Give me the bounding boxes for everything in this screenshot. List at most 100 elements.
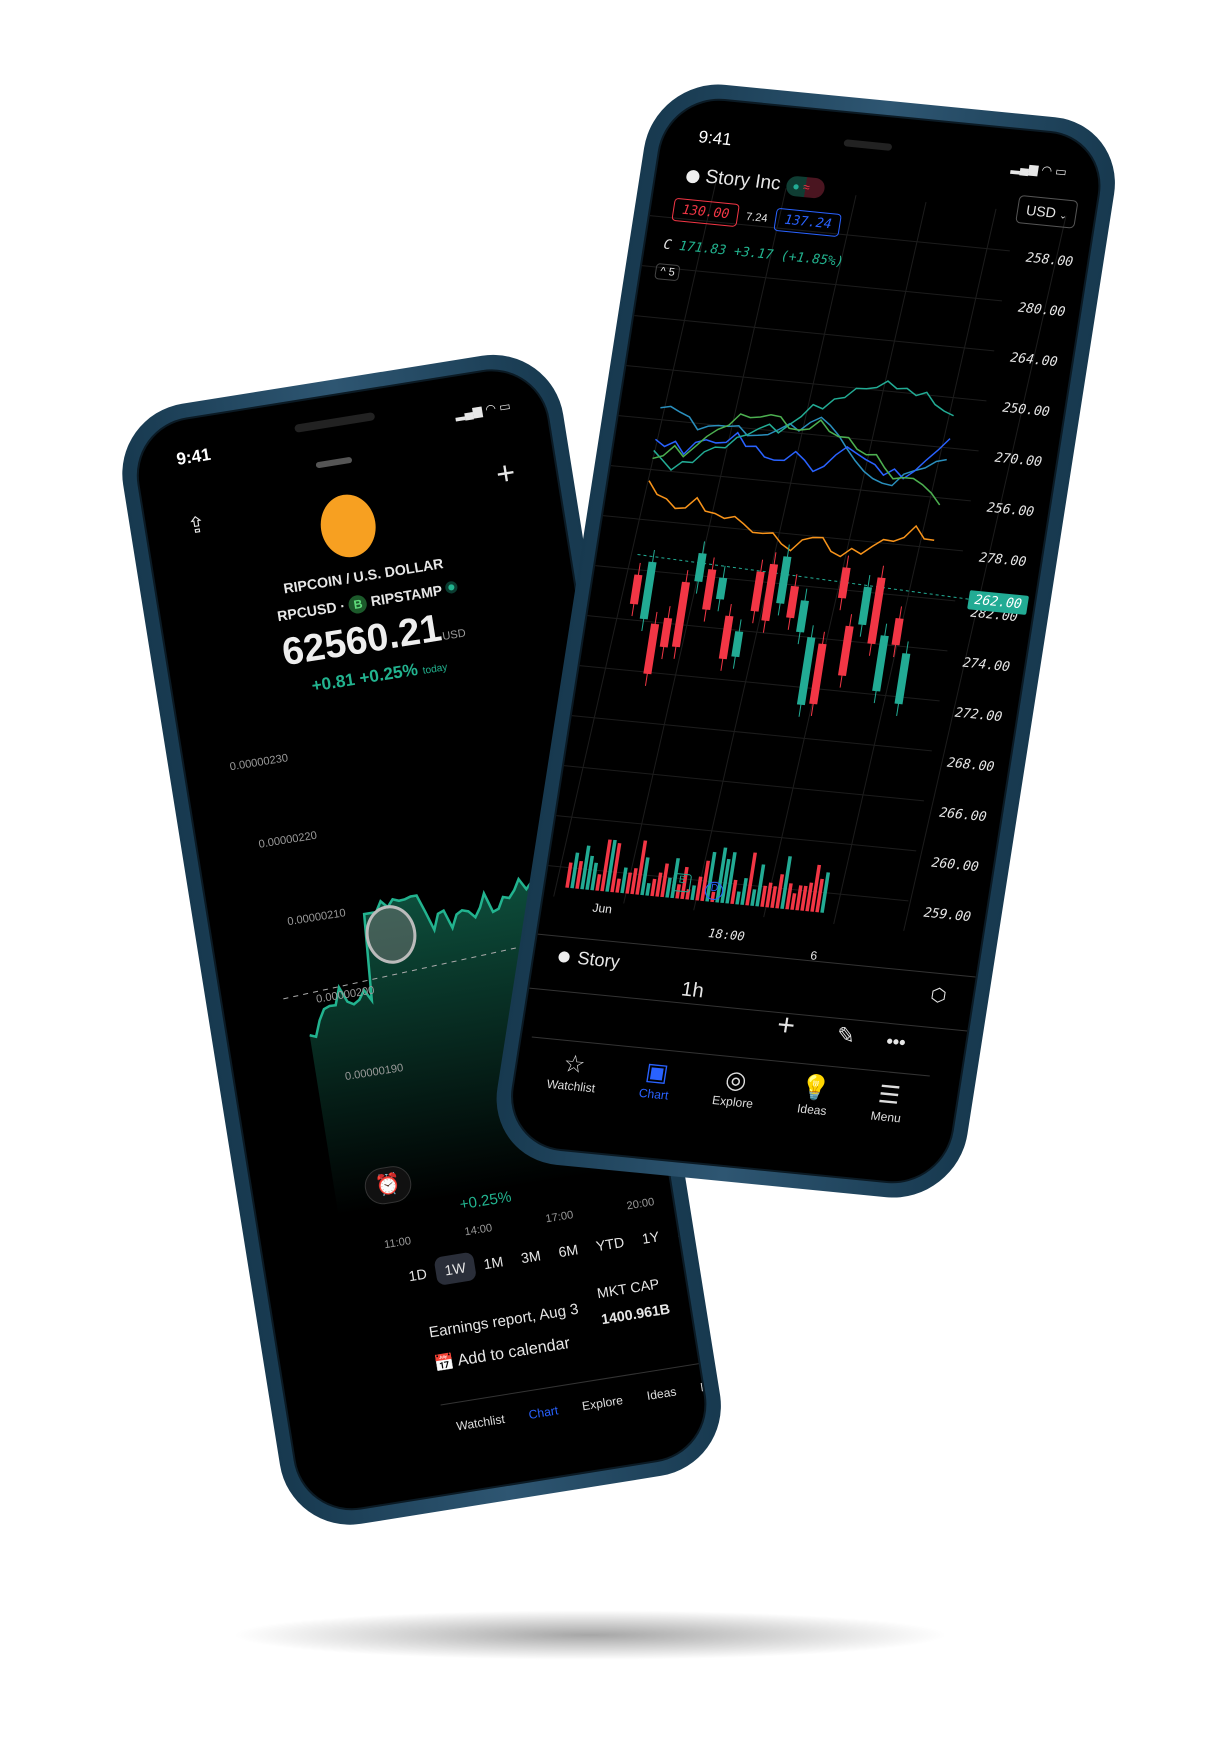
- indicator-line: [652, 413, 941, 506]
- candle-body: [702, 569, 717, 610]
- volume-bar: [690, 885, 697, 901]
- floor-shadow: [230, 1610, 950, 1660]
- time-label: 11:00: [383, 1234, 412, 1252]
- grid-line: [626, 365, 987, 402]
- tab-menu[interactable]: Menu: [699, 1376, 715, 1395]
- range-ytd[interactable]: YTD: [585, 1226, 635, 1261]
- currency-select[interactable]: USD ⌄: [1015, 194, 1079, 229]
- tab-label: Menu: [699, 1375, 715, 1395]
- chart-icon: ▣: [643, 1058, 671, 1088]
- time-label: Jun: [591, 900, 614, 917]
- candle-body: [891, 618, 904, 646]
- chevron-down-icon: ⌄: [1058, 210, 1068, 221]
- current-price-line: [637, 553, 996, 604]
- tab-label: Chart: [637, 1085, 670, 1103]
- speaker-notch: [294, 412, 376, 433]
- time-label: 20:00: [625, 1196, 656, 1213]
- indicators-collapse-button[interactable]: ^ 5: [654, 262, 681, 282]
- close-prefix: C: [662, 237, 673, 254]
- tab-chart[interactable]: Chart: [528, 1403, 560, 1422]
- exchange-badge: B: [347, 593, 369, 615]
- symbol-dot-icon: [685, 169, 701, 184]
- interval-button[interactable]: 1h: [680, 978, 706, 1003]
- candle-body: [894, 653, 911, 705]
- mkt-cap-value: 1400.961B: [600, 1300, 672, 1328]
- symbol-dot-icon: [557, 950, 571, 963]
- change-abs: +0.81: [310, 669, 357, 696]
- add-to-calendar-label: Add to calendar: [456, 1334, 572, 1370]
- tab-label: Chart: [527, 1403, 560, 1422]
- status-icons: ▂▄▆ ◠ ▭: [453, 398, 512, 422]
- grid-line: [641, 265, 1003, 302]
- candle-body: [629, 574, 643, 605]
- range-6m[interactable]: 6M: [547, 1234, 589, 1268]
- share-icon[interactable]: ⇪: [185, 511, 208, 540]
- price-currency: USD: [441, 627, 467, 643]
- grid-line: [693, 195, 857, 911]
- candle-body: [858, 586, 872, 626]
- sheet-handle[interactable]: [315, 456, 353, 469]
- time-label: 17:00: [544, 1209, 575, 1226]
- tab-bar: Watchlist Chart Explore Ideas Menu: [440, 1356, 715, 1436]
- tab-label: Explore: [581, 1392, 624, 1414]
- volume-bar: [645, 883, 651, 896]
- add-to-calendar-button[interactable]: 📅 Add to calendar: [433, 1333, 572, 1375]
- range-3m[interactable]: 3M: [510, 1240, 552, 1274]
- change-pct: +0.25%: [357, 659, 420, 688]
- grid-line: [579, 665, 940, 702]
- candle-body: [671, 581, 691, 648]
- range-1d[interactable]: 1D: [398, 1258, 438, 1292]
- range-5y[interactable]: 5Y: [666, 1215, 706, 1249]
- candle-body: [837, 625, 854, 677]
- tab-watchlist[interactable]: Watchlist: [455, 1412, 505, 1434]
- ideas-icon: 💡: [798, 1073, 833, 1104]
- exchange-name: RIPSTAMP: [369, 581, 444, 610]
- candle-body: [718, 615, 734, 660]
- calendar-icon: 📅: [432, 1353, 456, 1374]
- volume-bar: [735, 891, 741, 905]
- tab-menu[interactable]: ☰ Menu: [869, 1079, 907, 1126]
- grid-line: [618, 415, 979, 452]
- candle-body: [796, 600, 809, 633]
- tab-label: Ideas: [645, 1384, 678, 1404]
- candle-body: [694, 553, 707, 582]
- candle-body: [731, 631, 744, 658]
- plus-icon[interactable]: +: [493, 454, 518, 494]
- tab-ideas[interactable]: 💡 Ideas: [796, 1072, 833, 1118]
- range-1w[interactable]: 1W: [433, 1251, 477, 1286]
- range-1y[interactable]: 1Y: [631, 1221, 671, 1255]
- tab-explore[interactable]: ◎ Explore: [711, 1064, 758, 1111]
- tab-ideas[interactable]: Ideas: [646, 1384, 678, 1403]
- menu-icon: ☰: [876, 1080, 903, 1110]
- status-time: 9:41: [175, 444, 213, 470]
- tab-label: Watchlist: [455, 1411, 506, 1434]
- grid-line: [610, 465, 971, 502]
- div-yield-label: Div Yield: [685, 1262, 715, 1287]
- mkt-cap-label: MKT CAP: [595, 1275, 661, 1302]
- phone-right: 9:41 ▂▄▆ ◠ ▭ Story Inc ● ≈ 130.00 7.24 1…: [486, 78, 1125, 1205]
- currency-value: USD: [1025, 201, 1058, 221]
- range-all[interactable]: All: [701, 1210, 715, 1243]
- tab-label: Menu: [869, 1108, 902, 1126]
- div-yield-value: 0.95%: [690, 1290, 715, 1313]
- volume-bar: [750, 889, 757, 907]
- candle-body: [643, 623, 660, 675]
- more-icon[interactable]: •••: [885, 1031, 907, 1054]
- explore-icon: ◎: [723, 1065, 749, 1095]
- tab-label: Ideas: [796, 1101, 828, 1119]
- volume-bar: [650, 878, 657, 897]
- volume-bar: [595, 874, 602, 891]
- volume-bar: [790, 893, 797, 910]
- candle-body: [776, 556, 792, 604]
- spread: 7.24: [745, 210, 769, 225]
- coin-logo: [316, 490, 381, 562]
- settings-icon[interactable]: ⬡: [929, 984, 948, 1007]
- earnings-marker[interactable]: E: [671, 872, 693, 893]
- tab-watchlist[interactable]: ☆ Watchlist: [546, 1048, 601, 1095]
- watchlist-icon: ☆: [561, 1050, 588, 1080]
- grid-line: [623, 188, 787, 904]
- grid-line: [903, 215, 1067, 931]
- tab-chart[interactable]: ▣ Chart: [638, 1057, 674, 1103]
- range-1m[interactable]: 1M: [472, 1246, 514, 1280]
- tab-explore[interactable]: Explore: [581, 1393, 624, 1414]
